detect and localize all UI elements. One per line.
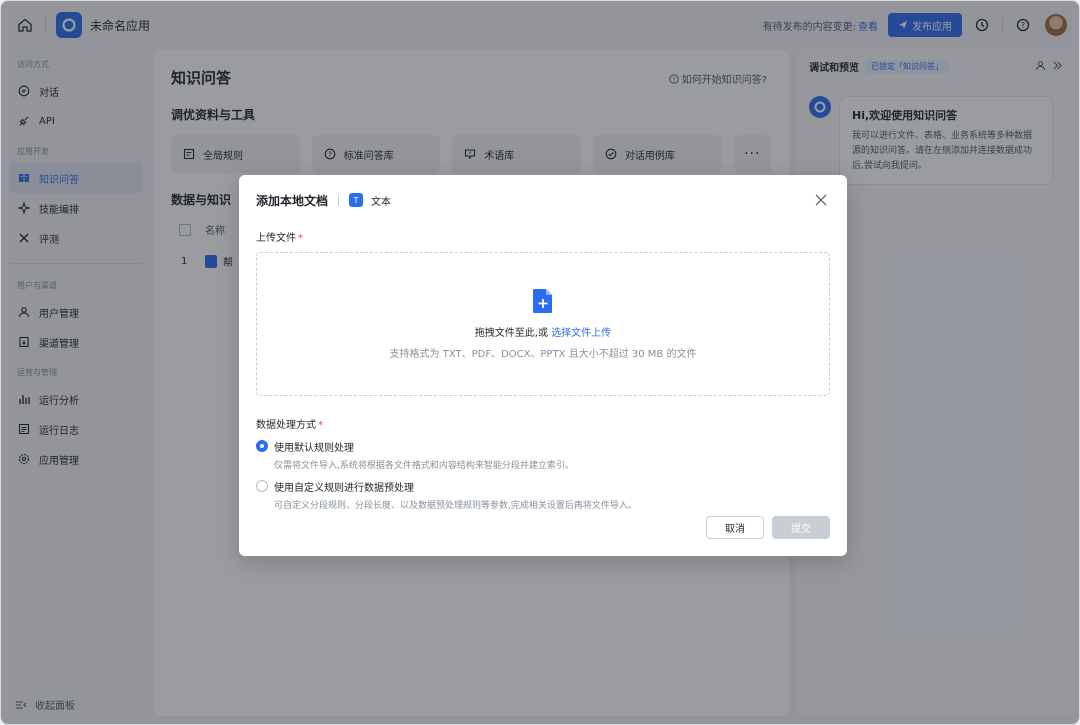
- option-custom-rules[interactable]: 使用自定义规则进行数据预处理 可自定义分段规则、分段长度、以及数据预处理规则等参…: [256, 479, 830, 511]
- option-description: 仅需将文件导入,系统将根据各文件格式和内容结构来智能分段并建立索引。: [274, 461, 574, 471]
- text-type-icon: T: [349, 193, 364, 207]
- document-type-label: 文本: [371, 196, 392, 208]
- dialog-header: 添加本地文档 T 文本: [256, 191, 830, 209]
- upload-label-text: 上传文件: [256, 233, 296, 244]
- option-description: 可自定义分段规则、分段长度、以及数据预处理规则等参数,完成相关设置后再将文件导入…: [274, 501, 637, 511]
- required-mark: *: [298, 233, 303, 244]
- option-title: 使用默认规则处理: [274, 443, 354, 454]
- radio-default-selected[interactable]: [256, 440, 268, 452]
- dropzone-hint: 支持格式为 TXT、PDF、DOCX、PPTX 且大小不超过 30 MB 的文件: [389, 349, 697, 360]
- dropzone-instruction: 拖拽文件至此,或: [474, 328, 548, 339]
- add-local-document-dialog: 添加本地文档 T 文本 上传文件 * 拖拽文件至此,或 选择文件上传 支持格式为 …: [239, 175, 847, 556]
- dialog-title: 添加本地文档: [256, 193, 329, 208]
- upload-field-label: 上传文件 *: [256, 229, 830, 244]
- processing-label-text: 数据处理方式: [256, 420, 316, 431]
- close-icon[interactable]: [812, 191, 830, 209]
- dialog-footer: 取消 提交: [706, 516, 830, 539]
- option-title: 使用自定义规则进行数据预处理: [274, 483, 414, 494]
- app-window: 未命名应用 有待发布的内容变更: 查看 发布应用 ? 访问方式 对话 API 应…: [0, 0, 1080, 725]
- processing-field-label: 数据处理方式 *: [256, 416, 830, 431]
- option-default-rules[interactable]: 使用默认规则处理 仅需将文件导入,系统将根据各文件格式和内容结构来智能分段并建立…: [256, 439, 830, 471]
- radio-custom[interactable]: [256, 480, 268, 492]
- submit-button[interactable]: 提交: [772, 516, 830, 539]
- file-dropzone[interactable]: 拖拽文件至此,或 选择文件上传 支持格式为 TXT、PDF、DOCX、PPTX …: [256, 252, 830, 396]
- file-add-icon: [532, 288, 554, 314]
- required-mark: *: [318, 420, 323, 431]
- dropzone-text: 拖拽文件至此,或 选择文件上传: [475, 324, 611, 339]
- select-file-link[interactable]: 选择文件上传: [551, 328, 611, 339]
- cancel-button[interactable]: 取消: [706, 516, 764, 539]
- divider: [338, 194, 340, 206]
